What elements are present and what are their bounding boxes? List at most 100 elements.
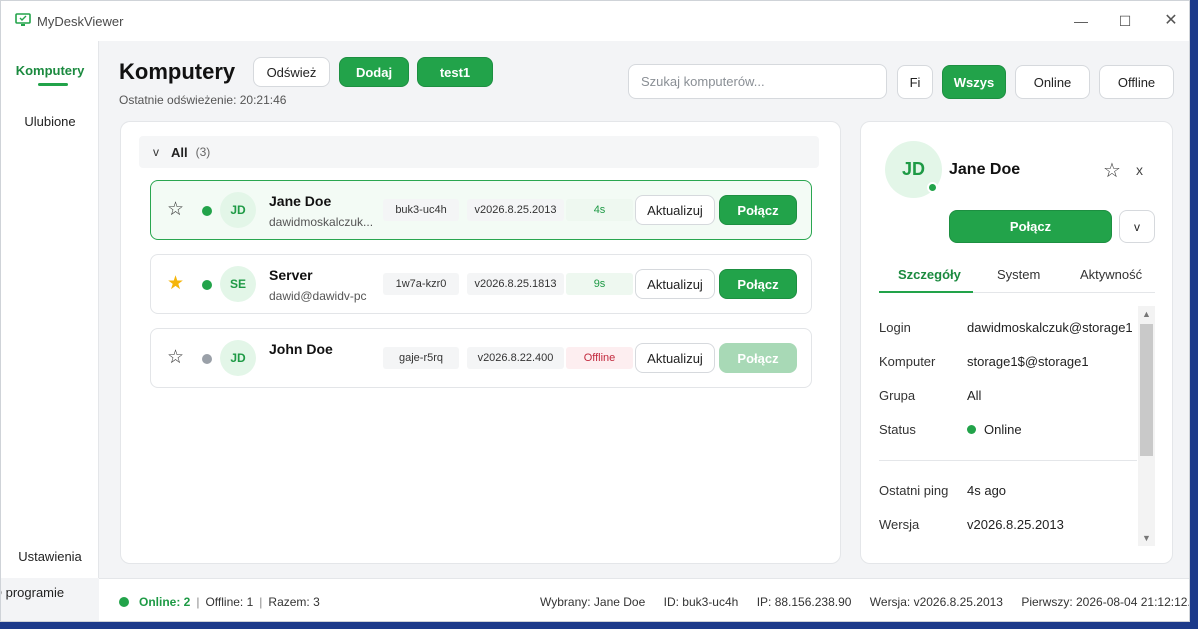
filter-fi-button[interactable]: Fi (897, 65, 933, 99)
last-refresh-time: 20:21:46 (239, 93, 287, 107)
computer-user: dawid@dawidv-pc (269, 289, 367, 303)
computer-name: John Doe (269, 341, 333, 357)
version-chip: v2026.8.25.2013 (467, 199, 564, 221)
ip-info: IP: 88.156.238.90 (756, 595, 852, 609)
group-count: (3) (195, 145, 211, 159)
refresh-button[interactable]: Odśwież (253, 57, 330, 87)
version-info: Wersja: v2026.8.25.2013 (869, 595, 1003, 609)
computer-name: Jane Doe (269, 193, 332, 209)
tab-active-indicator (879, 291, 973, 293)
star-outline-icon[interactable]: ☆ (167, 200, 184, 220)
version-chip: v2026.8.22.400 (467, 347, 564, 369)
status-bar: Online: 2 | Offline: 1 | Razem: 3 Wybrany: J… (99, 578, 1190, 621)
computer-id-chip: gaje-r5rq (383, 347, 459, 369)
field-label-ping: Ostatni ping (879, 483, 949, 498)
filter-online-button[interactable]: Online (1015, 65, 1090, 99)
chevron-down-icon: v (153, 145, 159, 159)
computer-id-chip: buk3-uc4h (383, 199, 459, 221)
selection-info: Wybrany: Jane Doe ID: buk3-uc4h IP: 88.1… (540, 595, 1190, 609)
close-window-button[interactable]: ✕ (1161, 11, 1181, 31)
star-filled-icon[interactable]: ★ (167, 274, 184, 294)
computer-row-jane-doe[interactable]: ☆ JD Jane Doe dawidmoskalczuk... buk3-uc… (150, 180, 812, 240)
tab-szczegoly[interactable]: Szczegóły (898, 267, 961, 282)
update-button[interactable]: Aktualizuj (635, 343, 715, 373)
status-dot-online (202, 280, 212, 290)
group-header-all[interactable]: v All (3) (139, 136, 819, 168)
status-counts: Online: 2 | Offline: 1 | Razem: 3 (139, 595, 320, 609)
detail-connect-button[interactable]: Połącz (949, 210, 1112, 243)
sidebar-item-o-programie[interactable]: O programie (1, 585, 77, 600)
search-input[interactable] (628, 64, 887, 99)
update-button[interactable]: Aktualizuj (635, 195, 715, 225)
scrollbar-thumb[interactable] (1140, 324, 1153, 456)
last-refresh-label: Ostatnie odświeżenie: (119, 93, 237, 107)
id-info: ID: buk3-uc4h (663, 595, 739, 609)
window-title: MyDeskViewer (37, 14, 124, 29)
field-value-status: Online (967, 422, 1022, 437)
computer-id-chip: 1w7a-kzr0 (383, 273, 459, 295)
connect-button-disabled: Połącz (719, 343, 797, 373)
app-window: MyDeskViewer — ☐ ✕ Komputery Ulubione Us… (0, 0, 1190, 622)
field-value-ping: 4s ago (967, 483, 1007, 498)
page-title: Komputery (119, 59, 236, 84)
maximize-button[interactable]: ☐ (1115, 11, 1135, 31)
monitor-icon (15, 13, 31, 26)
filter-offline-button[interactable]: Offline (1099, 65, 1174, 99)
status-dot-online (967, 425, 976, 434)
ping-chip: Offline (566, 347, 633, 369)
computer-name: Server (269, 267, 313, 283)
ping-chip: 4s (566, 199, 633, 221)
field-value-wersja: v2026.8.25.2013 (967, 517, 1064, 532)
first-seen-info: Pierwszy: 2026-08-04 21:12:12... (1021, 595, 1190, 609)
version-chip: v2026.8.25.1813 (467, 273, 564, 295)
field-label-status: Status (879, 422, 916, 437)
avatar: JD (220, 192, 256, 228)
offline-count: Offline: 1 (205, 595, 254, 609)
field-value-grupa: All (967, 388, 982, 403)
tab-aktywnosc[interactable]: Aktywność (1080, 267, 1142, 282)
update-button[interactable]: Aktualizuj (635, 269, 715, 299)
field-value-login: dawidmoskalczuk@storage1 (967, 320, 1133, 335)
status-dot-offline (202, 354, 212, 364)
avatar: SE (220, 266, 256, 302)
divider (879, 460, 1137, 461)
online-dot (119, 597, 129, 607)
scroll-down-icon[interactable]: ▼ (1140, 533, 1153, 543)
title-bar: MyDeskViewer — ☐ ✕ (1, 1, 1189, 41)
add-button[interactable]: Dodaj (339, 57, 409, 87)
field-label-wersja: Wersja (879, 517, 920, 532)
computer-row-server[interactable]: ★ SE Server dawid@dawidv-pc 1w7a-kzr0 v2… (150, 254, 812, 314)
total-count: Razem: 3 (268, 595, 320, 609)
test1-button[interactable]: test1 (417, 57, 493, 87)
computer-row-john-doe[interactable]: ☆ JD John Doe gaje-r5rq v2026.8.22.400 O… (150, 328, 812, 388)
detail-name: Jane Doe (949, 161, 1021, 178)
field-value-komputer: storage1$@storage1 (967, 354, 1089, 369)
field-label-komputer: Komputer (879, 354, 936, 369)
group-name: All (171, 144, 188, 160)
star-outline-icon[interactable]: ☆ (167, 348, 184, 368)
ping-chip: 9s (566, 273, 633, 295)
sidebar: Komputery Ulubione Ustawienia O programi… (1, 41, 99, 600)
computer-user: dawidmoskalczuk... (269, 215, 374, 229)
detail-more-button[interactable]: v (1119, 210, 1155, 243)
online-count: Online: 2 (139, 595, 191, 609)
field-label-grupa: Grupa (879, 388, 916, 403)
detail-status-dot (927, 182, 938, 193)
avatar: JD (220, 340, 256, 376)
sidebar-item-ustawienia[interactable]: Ustawienia (1, 549, 99, 564)
tab-system[interactable]: System (997, 267, 1040, 282)
status-dot-online (202, 206, 212, 216)
sidebar-item-ulubione[interactable]: Ulubione (1, 114, 99, 129)
last-refresh-text: Ostatnie odświeżenie: 20:21:46 (119, 93, 286, 107)
selected-info: Wybrany: Jane Doe (540, 595, 646, 609)
scroll-up-icon[interactable]: ▲ (1140, 309, 1153, 319)
minimize-button[interactable]: — (1071, 11, 1091, 31)
filter-all-button[interactable]: Wszys (942, 65, 1006, 99)
field-label-login: Login (879, 320, 911, 335)
favorite-star-icon[interactable]: ☆ (1103, 158, 1121, 183)
connect-button[interactable]: Połącz (719, 195, 797, 225)
sidebar-item-komputery[interactable]: Komputery (1, 63, 99, 78)
sidebar-active-indicator (38, 83, 68, 86)
connect-button[interactable]: Połącz (719, 269, 797, 299)
close-detail-button[interactable]: x (1136, 162, 1143, 178)
